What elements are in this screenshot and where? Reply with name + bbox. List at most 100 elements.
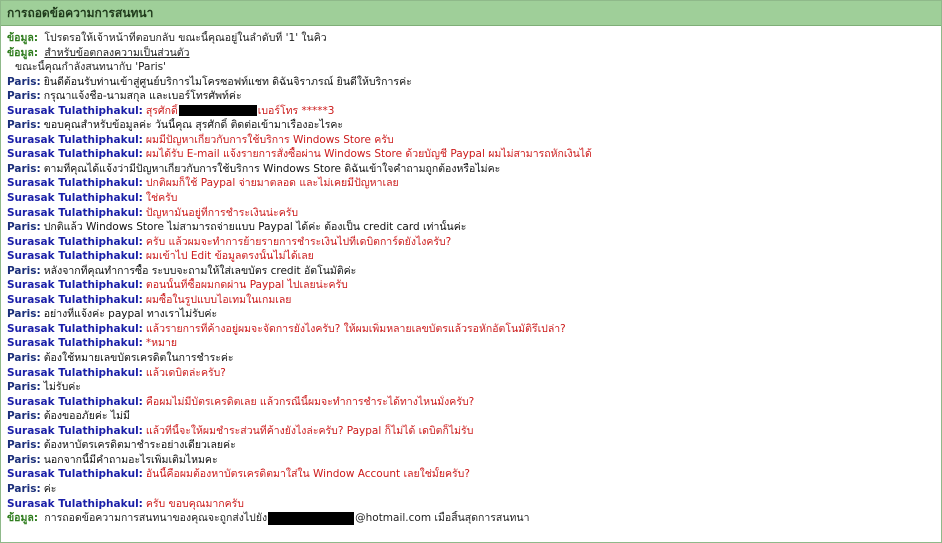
sender-name: Surasak Tulathiphakul: <box>7 322 143 335</box>
sender-name: Paris: <box>7 119 41 132</box>
sender-name: Paris: <box>7 439 41 452</box>
chat-message-customer: Surasak Tulathiphakul: แล้วที่นี้จะให้ผมช… <box>7 424 935 439</box>
system-message: ข้อมูล: สำหรับข้อตกลงความเป็นส่วนตัว <box>7 46 935 61</box>
chat-message-paris: Paris: ค่ะ <box>7 482 935 497</box>
message-text: แล้วรายการที่ค้างอยู่ผมจะจัดการยังไงครับ… <box>145 322 566 335</box>
message-text: ปกติผมก็ใช้ Paypal จ่ายมาตลอด และไม่เคยม… <box>145 177 399 190</box>
sender-name: Surasak Tulathiphakul: <box>7 497 143 510</box>
system-text: การถอดข้อความการสนทนาของคุณจะถูกส่งไปยัง <box>44 512 268 525</box>
message-text: ครับ ขอบคุณมากครับ <box>145 497 244 510</box>
chat-message-paris: Paris: หลังจากที่คุณทำการซื้อ ระบบจะถามให… <box>7 264 935 279</box>
chat-message-customer: Surasak Tulathiphakul: ตอนนั้นที่ซื้อผมกด… <box>7 278 935 293</box>
chat-message-paris: Paris: กรุณาแจ้งชื่อ-นามสกุล และเบอร์โทรศ… <box>7 89 935 104</box>
sender-name: Paris: <box>7 90 41 103</box>
message-text: ค่ะ <box>43 482 57 495</box>
message-text: ต้องขออภัยค่ะ ไม่มี <box>43 410 130 423</box>
sender-name: Surasak Tulathiphakul: <box>7 424 143 437</box>
sender-name: Paris: <box>7 308 41 321</box>
sender-name: Paris: <box>7 453 41 466</box>
chat-message-customer: Surasak Tulathiphakul: ผมเข้าไป Edit ข้อม… <box>7 249 935 264</box>
system-label: ข้อมูล: <box>7 32 39 44</box>
sender-name: Surasak Tulathiphakul: <box>7 235 143 248</box>
message-text: ปกติแล้ว Windows Store ไม่สามารถจ่ายแบบ … <box>43 221 467 234</box>
chat-message-paris: Paris: ขอบคุณสำหรับข้อมูลค่ะ วันนี้คุณ สุ… <box>7 118 935 133</box>
message-text: ผมได้รับ E-mail แจ้งรายการสั่งซื้อผ่าน W… <box>145 148 592 161</box>
chat-message-paris: Paris: นอกจากนี้มีคำถามอะไรเพิ่มเติมไหมคะ <box>7 453 935 468</box>
sender-name: Surasak Tulathiphakul: <box>7 148 143 161</box>
chat-transcript-window: การถอดข้อความการสนทนา ข้อมูล: โปรดรอให้เ… <box>0 0 942 543</box>
sender-name: Surasak Tulathiphakul: <box>7 250 143 263</box>
message-text: ผมเข้าไป Edit ข้อมูลตรงนั้นไม่ได้เลย <box>145 250 314 263</box>
chat-message-paris: Paris: ต้องหาบัตรเครดิตมาชำระอย่างเดียวเล… <box>7 438 935 453</box>
chat-message-paris: Paris: ต้องขออภัยค่ะ ไม่มี <box>7 409 935 424</box>
system-label: ข้อมูล: <box>7 46 39 59</box>
sender-name: Paris: <box>7 162 41 175</box>
redacted-name-block <box>178 105 257 117</box>
message-text: แล้วเดบิตล่ะครับ? <box>145 366 226 379</box>
chat-message-paris: Paris: อย่างที่แจ้งค่ะ paypal ทางเราไม่รั… <box>7 307 935 322</box>
message-text-phone: เบอร์โทร *****3 <box>257 104 335 117</box>
system-label: ข้อมูล: <box>7 512 39 525</box>
message-text: อย่างที่แจ้งค่ะ paypal ทางเราไม่รับค่ะ <box>43 308 218 321</box>
message-text: ต้องใช้หมายเลขบัตรเครดิตในการชำระค่ะ <box>43 352 234 365</box>
message-text: ครับ แล้วผมจะทำการย้ายรายการชำระเงินไปที… <box>145 235 452 248</box>
chat-message-paris: Paris: ต้องใช้หมายเลขบัตรเครดิตในการชำระค… <box>7 351 935 366</box>
chat-message-paris: Paris: ตามที่คุณได้แจ้งว่ามีปัญหาเกี่ยวกั… <box>7 162 935 177</box>
message-text: กรุณาแจ้งชื่อ-นามสกุล และเบอร์โทรศัพท์ค่… <box>43 90 242 103</box>
sender-name: Paris: <box>7 381 41 394</box>
message-text: ยินดีต้อนรับท่านเข้าสู่ศูนย์บริการไมโครซ… <box>43 75 412 88</box>
sender-name: Surasak Tulathiphakul: <box>7 192 143 205</box>
system-message: ข้อมูล: การถอดข้อความการสนทนาของคุณจะถูก… <box>7 511 935 526</box>
message-text: *หมาย <box>145 337 178 350</box>
system-message: ขณะนี้คุณกำลังสนทนากับ 'Paris' <box>7 60 935 75</box>
transcript-body: ข้อมูล: โปรดรอให้เจ้าหน้าที่ตอบกลับ ขณะน… <box>1 26 941 526</box>
message-text: ต้องหาบัตรเครดิตมาชำระอย่างเดียวเลยค่ะ <box>43 439 236 452</box>
sender-name: Paris: <box>7 482 41 495</box>
system-text: โปรดรอให้เจ้าหน้าที่ตอบกลับ ขณะนี้คุณอยู… <box>44 32 327 44</box>
system-text-email: @hotmail.com เมื่อสิ้นสุดการสนทนา <box>355 512 530 525</box>
chat-message-paris: Paris: ปกติแล้ว Windows Store ไม่สามารถจ่… <box>7 220 935 235</box>
sender-name: Paris: <box>7 410 41 423</box>
system-message: ข้อมูล: โปรดรอให้เจ้าหน้าที่ตอบกลับ ขณะน… <box>7 31 935 46</box>
message-text: แล้วที่นี้จะให้ผมชำระส่วนที่ค้างยังไงล่ะ… <box>145 424 474 437</box>
sender-name: Paris: <box>7 264 41 277</box>
chat-message-customer: Surasak Tulathiphakul: คือผมไม่มีบัตรเครด… <box>7 395 935 410</box>
chat-message-customer: Surasak Tulathiphakul: ผมซื้อในรูปแบบไอเท… <box>7 293 935 308</box>
sender-name: Surasak Tulathiphakul: <box>7 177 143 190</box>
message-text: ปัญหามันอยู่ที่การชำระเงินน่ะครับ <box>145 206 299 219</box>
chat-message-customer: Surasak Tulathiphakul: ผมได้รับ E-mail แจ… <box>7 147 935 162</box>
message-text: ตอนนั้นที่ซื้อผมกดผ่าน Paypal ไปเลยน่ะคร… <box>145 279 348 292</box>
chat-message-customer: Surasak Tulathiphakul: สุรศักดิ์ เบอร์โทร … <box>7 104 935 119</box>
sender-name: Surasak Tulathiphakul: <box>7 104 143 117</box>
sender-name: Surasak Tulathiphakul: <box>7 133 143 146</box>
chat-message-paris: Paris: ยินดีต้อนรับท่านเข้าสู่ศูนย์บริการ… <box>7 75 935 90</box>
message-text: ผมมีปัญหาเกี่ยวกับการใช้บริการ Windows S… <box>145 133 394 146</box>
chat-message-customer: Surasak Tulathiphakul: ปกติผมก็ใช้ Paypal… <box>7 176 935 191</box>
sender-name: Surasak Tulathiphakul: <box>7 395 143 408</box>
message-text: ตามที่คุณได้แจ้งว่ามีปัญหาเกี่ยวกับการใช… <box>43 162 501 175</box>
sender-name: Paris: <box>7 75 41 88</box>
message-text: ขอบคุณสำหรับข้อมูลค่ะ วันนี้คุณ สุรศักดิ… <box>43 119 344 132</box>
sender-name: Paris: <box>7 352 41 365</box>
sender-name: Paris: <box>7 221 41 234</box>
message-text: หลังจากที่คุณทำการซื้อ ระบบจะถามให้ใส่เล… <box>43 264 357 277</box>
chat-message-customer: Surasak Tulathiphakul: ผมมีปัญหาเกี่ยวกับ… <box>7 133 935 148</box>
sender-name: Surasak Tulathiphakul: <box>7 468 143 481</box>
message-text: ผมซื้อในรูปแบบไอเทมในเกมเลย <box>145 293 292 306</box>
sender-name: Surasak Tulathiphakul: <box>7 337 143 350</box>
sender-name: Surasak Tulathiphakul: <box>7 206 143 219</box>
message-text: ไม่รับค่ะ <box>43 381 81 394</box>
chat-message-customer: Surasak Tulathiphakul: ปัญหามันอยู่ที่การ… <box>7 206 935 221</box>
privacy-link[interactable]: สำหรับข้อตกลงความเป็นส่วนตัว <box>44 47 189 59</box>
chat-message-customer: Surasak Tulathiphakul: แล้วเดบิตล่ะครับ? <box>7 366 935 381</box>
sender-name: Surasak Tulathiphakul: <box>7 293 143 306</box>
chat-message-customer: Surasak Tulathiphakul: แล้วรายการที่ค้างอ… <box>7 322 935 337</box>
sender-name: Surasak Tulathiphakul: <box>7 279 143 292</box>
chat-message-customer: Surasak Tulathiphakul: ครับ ขอบคุณมากครับ <box>7 497 935 512</box>
sender-name: Surasak Tulathiphakul: <box>7 366 143 379</box>
message-text: ใช่ครับ <box>145 192 178 205</box>
chat-message-paris: Paris: ไม่รับค่ะ <box>7 380 935 395</box>
message-text: นอกจากนี้มีคำถามอะไรเพิ่มเติมไหมคะ <box>43 453 218 466</box>
chat-message-customer: Surasak Tulathiphakul: ใช่ครับ <box>7 191 935 206</box>
chat-message-customer: Surasak Tulathiphakul: *หมาย <box>7 336 935 351</box>
